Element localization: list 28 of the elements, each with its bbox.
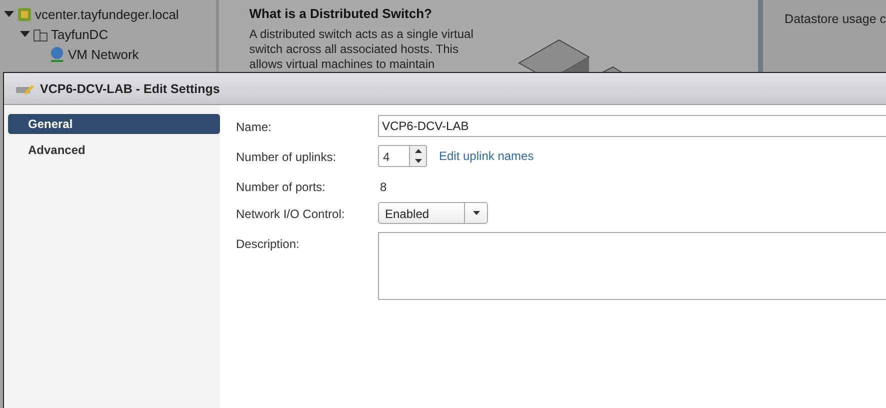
field-value: 8 [379,179,388,194]
tree-item[interactable]: TayfunDC [51,26,108,42]
server-icon [17,6,32,22]
caret-icon [472,211,480,215]
field-label: Number of ports: [236,179,326,194]
description-field[interactable] [378,232,886,300]
uplinks-spinner[interactable]: 4 [378,145,427,167]
panel-heading: Datastore usage c [784,12,886,26]
building-icon [33,26,48,42]
field-label: Number of uplinks: [236,149,338,166]
edit-uplinks-link[interactable]: Edit uplink names [439,149,534,163]
dropdown[interactable]: Enabled [378,202,488,224]
field-label: Name: [236,119,272,136]
nav-item[interactable]: Advanced [8,140,220,160]
field-label: Network I/O Control: [236,206,346,223]
expand-arrow-icon[interactable] [20,31,30,37]
globe-icon [49,46,65,62]
up-arrow-icon[interactable] [414,149,422,153]
pencil-icon [16,82,34,94]
field-label: Description: [236,236,300,253]
nav-item[interactable]: General [8,114,220,134]
down-arrow-icon[interactable] [414,159,422,163]
name-field[interactable]: VCP6-DCV-LAB [378,115,886,137]
info-text: A distributed switch acts as a single virtual switch across all associated hosts. This allows virtual machines to maintain [249,27,474,72]
tree-item[interactable]: VM Network [68,46,139,62]
dialog-title: VCP6-DCV-LAB - Edit Settings [40,82,220,96]
info-title: What is a Distributed Switch? [249,6,434,21]
tree-item[interactable]: vcenter.tayfundeger.local [35,6,179,22]
